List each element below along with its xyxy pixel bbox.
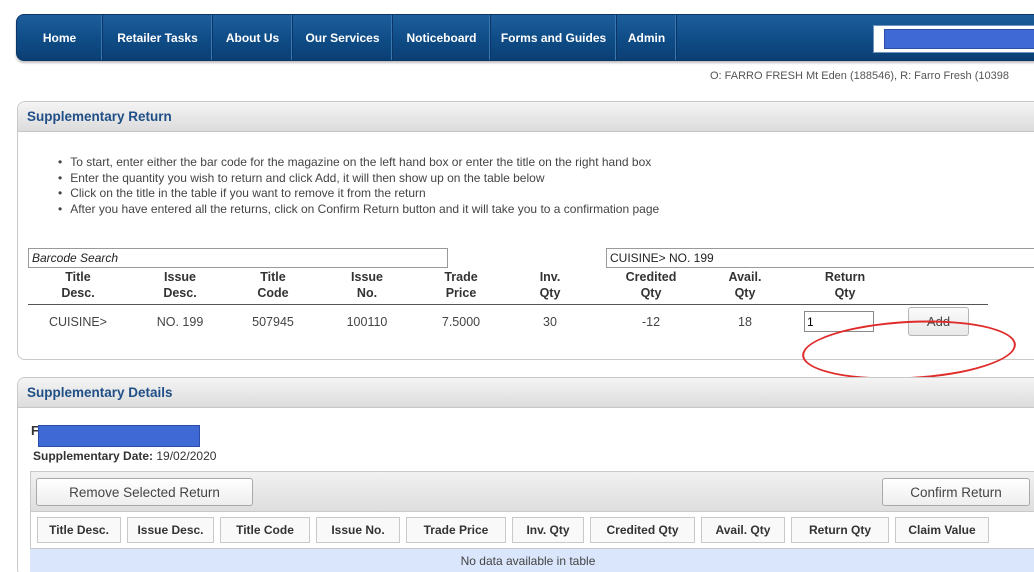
return-qty-input[interactable] [804, 311, 874, 332]
outlet-info: O: FARRO FRESH Mt Eden (188546), R: Farr… [710, 70, 1009, 82]
th-credited-qty[interactable]: Credited Qty [590, 517, 695, 543]
cell-credited-qty: -12 [641, 315, 661, 329]
global-search-input[interactable] [873, 25, 1034, 53]
cell-title-code: 507945 [252, 315, 294, 329]
nav-our-services[interactable]: Our Services [293, 15, 393, 60]
main-nav: Home Retailer Tasks About Us Our Service… [16, 14, 1034, 61]
date-label: Supplementary Date: [33, 449, 154, 463]
th-return-qty[interactable]: Return Qty [791, 517, 889, 543]
instruction-item: To start, enter either the bar code for … [58, 155, 659, 171]
title-search-input[interactable] [606, 248, 1034, 268]
col-title-desc: Title Desc. [61, 270, 95, 300]
nav-admin[interactable]: Admin [617, 15, 677, 60]
th-title-code[interactable]: Title Code [220, 517, 310, 543]
supplementary-date: Supplementary Date: 19/02/2020 [33, 449, 216, 463]
instruction-list: To start, enter either the bar code for … [58, 155, 659, 217]
col-issue-no: Issue No. [351, 270, 383, 300]
col-credited-qty: Credited Qty [625, 270, 677, 300]
panel-title: Supplementary Details [18, 378, 1034, 408]
nav-retailer-tasks[interactable]: Retailer Tasks [103, 15, 213, 60]
cell-avail-qty: 18 [738, 315, 752, 329]
th-trade-price[interactable]: Trade Price [406, 517, 506, 543]
panel-title: Supplementary Return [18, 102, 1034, 132]
cell-title-desc: CUISINE> [48, 315, 107, 329]
nav-noticeboard[interactable]: Noticeboard [393, 15, 491, 60]
instruction-item: Click on the title in the table if you w… [58, 186, 659, 202]
cell-inv-qty: 30 [543, 315, 557, 329]
add-button[interactable]: Add [908, 307, 969, 336]
th-claim-value[interactable]: Claim Value [895, 517, 989, 543]
confirm-return-button[interactable]: Confirm Return [882, 478, 1030, 506]
col-inv-qty: Inv. Qty [539, 270, 561, 300]
th-inv-qty[interactable]: Inv. Qty [512, 517, 584, 543]
redacted-block [38, 425, 200, 447]
cell-trade-price: 7.5000 [441, 315, 481, 329]
th-issue-desc[interactable]: Issue Desc. [127, 517, 214, 543]
col-return-qty: Return Qty [824, 270, 866, 300]
instruction-item: Enter the quantity you wish to return an… [58, 171, 659, 187]
nav-home[interactable]: Home [17, 15, 103, 60]
date-value: 19/02/2020 [156, 449, 217, 463]
details-toolbar: Remove Selected Return Confirm Return [30, 471, 1034, 511]
return-table-header: Title Desc. Issue Desc. Title Code Issue No.… [28, 269, 988, 305]
th-title-desc[interactable]: Title Desc. [37, 517, 121, 543]
cell-issue-no: 100110 [346, 315, 388, 329]
barcode-search-input[interactable] [28, 248, 448, 268]
nav-forms-and-guides[interactable]: Forms and Guides [491, 15, 617, 60]
details-table-header: Title Desc. Issue Desc. Title Code Issue… [30, 511, 1034, 549]
instruction-item: After you have entered all the returns, … [58, 202, 659, 218]
col-issue-desc: Issue Desc. [163, 270, 197, 300]
col-avail-qty: Avail. Qty [728, 270, 762, 300]
empty-table-message: No data available in table [30, 549, 1034, 572]
nav-about-us[interactable]: About Us [213, 15, 293, 60]
col-trade-price: Trade Price [444, 270, 478, 300]
th-issue-no[interactable]: Issue No. [316, 517, 400, 543]
remove-selected-return-button[interactable]: Remove Selected Return [36, 478, 253, 506]
redacted-block [884, 29, 1034, 49]
col-title-code: Title Code [257, 270, 289, 300]
th-avail-qty[interactable]: Avail. Qty [701, 517, 785, 543]
supplementary-return-panel: Supplementary Return To start, enter eit… [17, 101, 1034, 360]
cell-issue-desc: NO. 199 [156, 315, 204, 329]
